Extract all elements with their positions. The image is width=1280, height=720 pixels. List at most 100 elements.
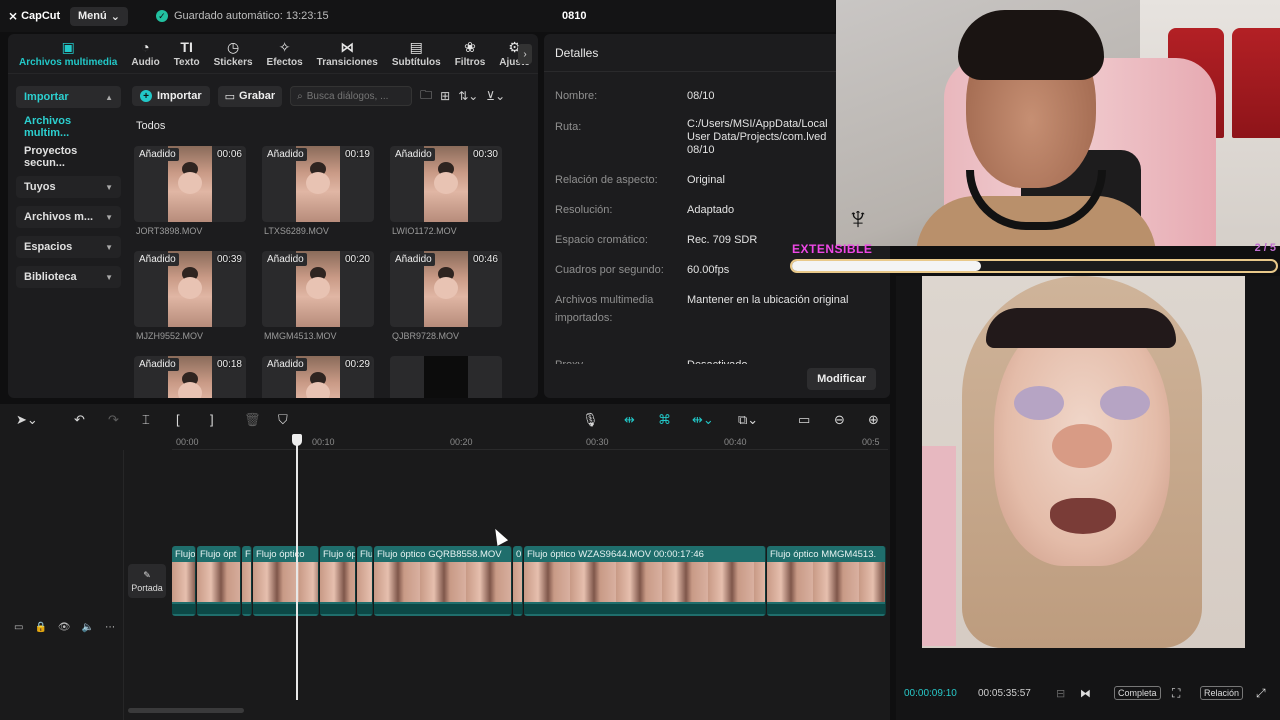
added-badge: Añadido [264,148,307,161]
sidebar-item-media[interactable]: Archivos multim... [16,115,121,139]
media-clip[interactable]: Añadido 00:18 [134,356,246,398]
tab-filters[interactable]: ❀ Filtros [448,39,493,73]
media-clip[interactable]: Añadido 00:20 MMGM4513.MOV [262,251,374,341]
more-icon[interactable]: ⋯ [105,622,115,633]
sidebar-item-secondary-projects[interactable]: Proyectos secun... [16,145,121,169]
folder-icon[interactable]: 🗀 [420,86,432,107]
preview-axis-icon[interactable]: ⧉⌄ [738,412,758,428]
sidebar-item-yours[interactable]: Tuyos ▼ [16,176,121,198]
detail-value: Mantener en la ubicación original [687,294,849,306]
speaker-icon[interactable]: 🔈 [82,622,94,633]
media-clip[interactable]: Añadido 00:06 JORT3898.MOV [134,146,246,236]
tab-label: Subtítulos [391,57,441,68]
eye-icon[interactable]: 👁 [58,622,71,633]
video-preview[interactable] [922,276,1245,648]
detail-row-imported: Archivos multimedia importados: Mantener … [555,291,885,327]
tabs-next-button[interactable]: › [518,44,532,64]
top-bar: ⨯ CapCut Menú ⌄ ✓ Guardado automático: 13:2… [0,0,835,32]
link-audio-icon[interactable]: ⇹⌄ [692,412,714,428]
snap-icon[interactable]: ⌘ [658,412,671,428]
timeline-ruler[interactable]: 00:00 00:10 00:20 00:30 00:40 00:5 [172,434,888,450]
modify-button[interactable]: Modificar [807,368,876,390]
zoom-in-icon[interactable]: ⊕ [868,412,879,428]
aspect-ratio-button[interactable]: Relación [1200,686,1244,700]
zoom-out-icon[interactable]: ⊖ [834,412,845,428]
capcut-logo-icon: ⨯ [8,9,19,23]
undo-icon[interactable]: ↶ [74,412,85,428]
timeline-clip[interactable]: Flujo óptico [253,546,319,616]
detail-value: Rec. 709 SDR [687,234,758,246]
stickers-icon: ◷ [226,39,240,55]
filter-icon[interactable]: ⊻⌄ [486,89,505,103]
timeline-clip[interactable]: Flujo óptico GQRB8558.MOV [374,546,512,616]
audio-track-icon[interactable]: ⧓ [1080,687,1091,700]
timeline-clip[interactable]: Flu [357,546,373,616]
delete-icon[interactable]: 🗑 [244,412,261,428]
import-button[interactable]: + Importar [132,86,210,106]
trim-right-icon[interactable]: ] [210,412,214,427]
split-icon[interactable]: ⌶ [142,412,150,428]
media-clip[interactable]: Añadido 00:30 LWIO1172.MOV [390,146,502,236]
media-clip[interactable]: Añadido 00:46 QJBR9728.MOV [390,251,502,341]
media-clip[interactable] [390,356,502,398]
redo-icon[interactable]: ↷ [108,412,119,428]
zoom-frame-icon[interactable]: ⛶ [1172,686,1180,701]
link-clips-icon[interactable]: ⇹ [624,412,635,428]
chevron-down-icon: ⌄ [110,10,120,23]
tab-audio[interactable]: ◔ Audio [124,39,166,73]
grid-icon[interactable]: ⊟ [1056,687,1065,700]
tab-transitions[interactable]: ⋈ Transiciones [310,39,385,73]
autosave-status: ✓ Guardado automático: 13:23:15 [155,10,329,22]
timeline-clip[interactable]: 0 [513,546,523,616]
timeline-clip[interactable]: Flujo óptico MMGM4513. [767,546,886,616]
tab-text[interactable]: TI Texto [167,39,207,73]
media-clip[interactable]: Añadido 00:19 LTXS6289.MOV [262,146,374,236]
media-clip[interactable]: Añadido 00:39 MJZH9552.MOV [134,251,246,341]
tick-label: 00:20 [450,437,473,447]
marker-icon[interactable]: ⛉ [278,412,288,428]
liverbird-logo-icon: ♆ [846,200,870,236]
added-badge: Añadido [136,358,179,371]
lock-icon[interactable]: 🔒 [34,622,46,633]
mouth-image [1050,498,1116,534]
timeline-clip[interactable]: F [242,546,252,616]
timeline-clip[interactable]: Flujo ópt [197,546,241,616]
sidebar-item-spaces[interactable]: Espacios ▼ [16,236,121,258]
trim-left-icon[interactable]: [ [176,412,180,427]
timeline-clip[interactable]: Flujo [172,546,196,616]
sidebar-item-media-files[interactable]: Archivos m... ▼ [16,206,121,228]
sidebar-item-library[interactable]: Biblioteca ▼ [16,266,121,288]
menu-button[interactable]: Menú ⌄ [70,6,128,26]
caption-icon[interactable]: ▭ [798,412,810,428]
detail-label: Espacio cromático: [555,234,648,246]
search-input[interactable] [306,90,401,102]
playhead-handle[interactable] [292,434,302,446]
check-icon: ✓ [155,10,168,22]
timeline-clip[interactable]: Flujo óptico WZAS9644.MOV 00:00:17:46 [524,546,766,616]
chair-image [922,446,956,646]
select-tool-icon[interactable]: ➤⌄ [16,412,38,428]
cover-button[interactable]: ✎ Portada [128,564,166,598]
tab-stickers[interactable]: ◷ Stickers [207,39,260,73]
nav-label: Biblioteca [24,271,77,283]
clip-title: Flujo óptico WZAS9644.MOV 00:00:17:46 [527,549,704,560]
sort-icon[interactable]: ⇅⌄ [458,89,478,103]
fullscreen-icon[interactable]: ⤢ [1256,686,1266,701]
grid-view-icon[interactable]: ⊞ [440,89,450,103]
player-panel: 00:00:09:10 00:05:35:57 ⊟ ⧓ Completa ⛶ R… [896,276,1280,720]
sidebar-item-import[interactable]: Importar ▲ [16,86,121,108]
clip-name: MJZH9552.MOV [136,331,204,341]
tab-effects[interactable]: ✧ Efectos [260,39,310,73]
timeline-clip[interactable]: Flujo óp [320,546,356,616]
clip-duration: 00:18 [216,359,242,370]
tab-label: Transiciones [316,57,378,68]
tab-media[interactable]: ▣ Archivos multimedia [12,39,124,73]
fullscreen-quality-button[interactable]: Completa [1114,686,1161,700]
tab-subtitles[interactable]: ▤ Subtítulos [385,39,448,73]
record-button[interactable]: ▭ Grabar [217,85,283,107]
playhead-line[interactable] [296,436,298,700]
track-thumbnail-icon[interactable]: ▭ [14,622,23,633]
media-clip[interactable]: Añadido 00:29 [262,356,374,398]
microphone-icon[interactable]: 🎙 [582,412,599,428]
timeline-scrollbar[interactable] [128,708,244,713]
